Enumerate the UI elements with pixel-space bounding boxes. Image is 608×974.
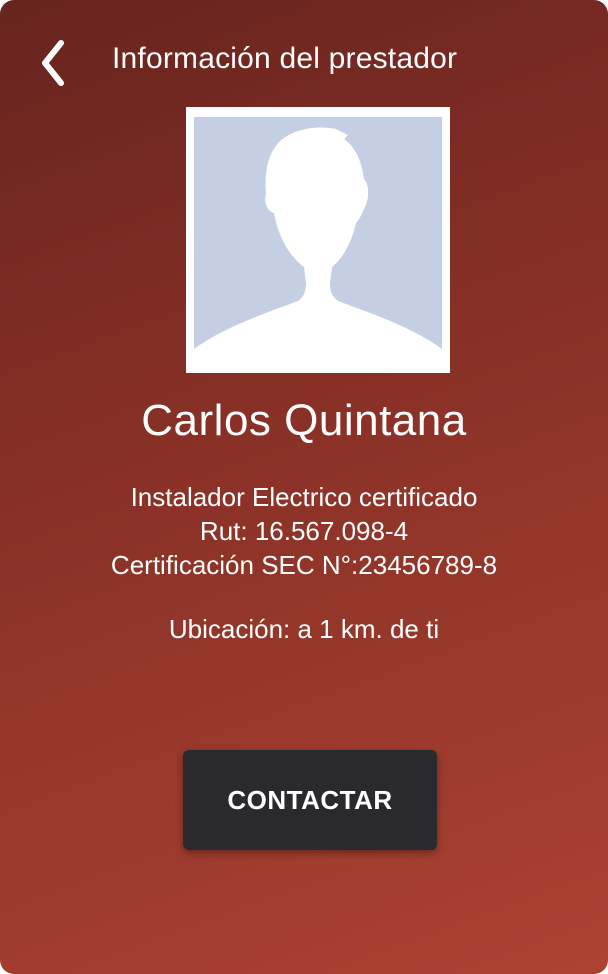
provider-profession: Instalador Electrico certificado bbox=[130, 482, 478, 512]
page-title: Información del prestador bbox=[112, 42, 458, 75]
provider-details: Instalador Electrico certificado Rut: 16… bbox=[0, 480, 608, 582]
provider-location: Ubicación: a 1 km. de ti bbox=[168, 614, 440, 644]
provider-info-screen: Información del prestador Carlos Quintan… bbox=[0, 0, 608, 974]
chevron-left-icon bbox=[42, 40, 64, 86]
header: Información del prestador bbox=[0, 30, 608, 94]
provider-certification: Certificación SEC N°:23456789-8 bbox=[110, 550, 498, 580]
provider-rut: Rut: 16.567.098-4 bbox=[199, 516, 409, 546]
person-silhouette-icon bbox=[194, 117, 442, 363]
contact-button[interactable]: CONTACTAR bbox=[183, 750, 437, 850]
avatar bbox=[186, 107, 450, 373]
back-button[interactable] bbox=[36, 34, 76, 90]
provider-name: Carlos Quintana bbox=[141, 396, 467, 445]
